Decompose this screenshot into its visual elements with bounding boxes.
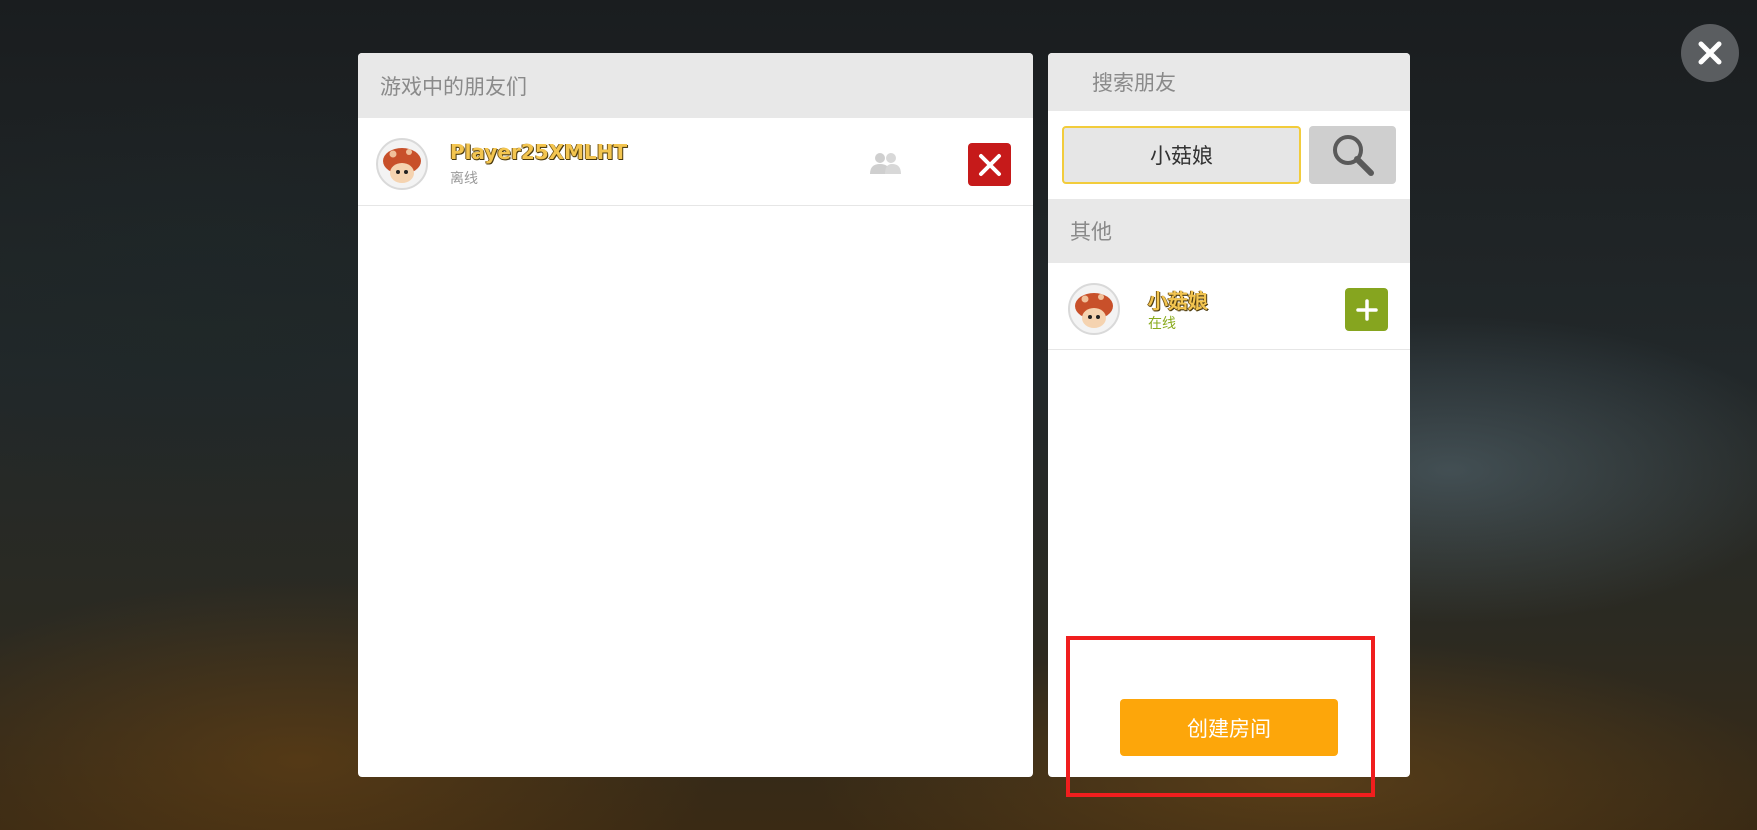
close-button[interactable]: [1681, 24, 1739, 82]
friend-row: Player25XMLHT 离线: [358, 118, 1033, 206]
magnifier-icon: [1332, 135, 1374, 176]
party-icon[interactable]: [868, 152, 902, 178]
search-panel-title: 搜索朋友: [1048, 53, 1410, 111]
mushroom-avatar-icon: [1068, 283, 1120, 335]
friends-in-game-panel: 游戏中的朋友们 Player25XMLHT 离线: [358, 53, 1033, 777]
result-status: 在线: [1148, 316, 1176, 332]
add-friend-button[interactable]: [1345, 288, 1388, 331]
search-button[interactable]: [1309, 126, 1396, 184]
search-input[interactable]: [1062, 126, 1301, 184]
close-icon: [1698, 41, 1722, 65]
plus-icon: [1355, 298, 1378, 321]
remove-icon: [978, 153, 1001, 176]
remove-friend-button[interactable]: [968, 143, 1011, 186]
friend-status: 离线: [450, 171, 478, 187]
search-result-row: 小菇娘 在线: [1048, 263, 1410, 350]
other-section-title: 其他: [1048, 199, 1410, 263]
mushroom-avatar-icon: [376, 138, 428, 190]
friend-name: Player25XMLHT: [450, 140, 628, 164]
friends-panel-title: 游戏中的朋友们: [358, 53, 1033, 118]
result-name: 小菇娘: [1148, 289, 1208, 313]
highlight-annotation-box: [1066, 636, 1375, 797]
